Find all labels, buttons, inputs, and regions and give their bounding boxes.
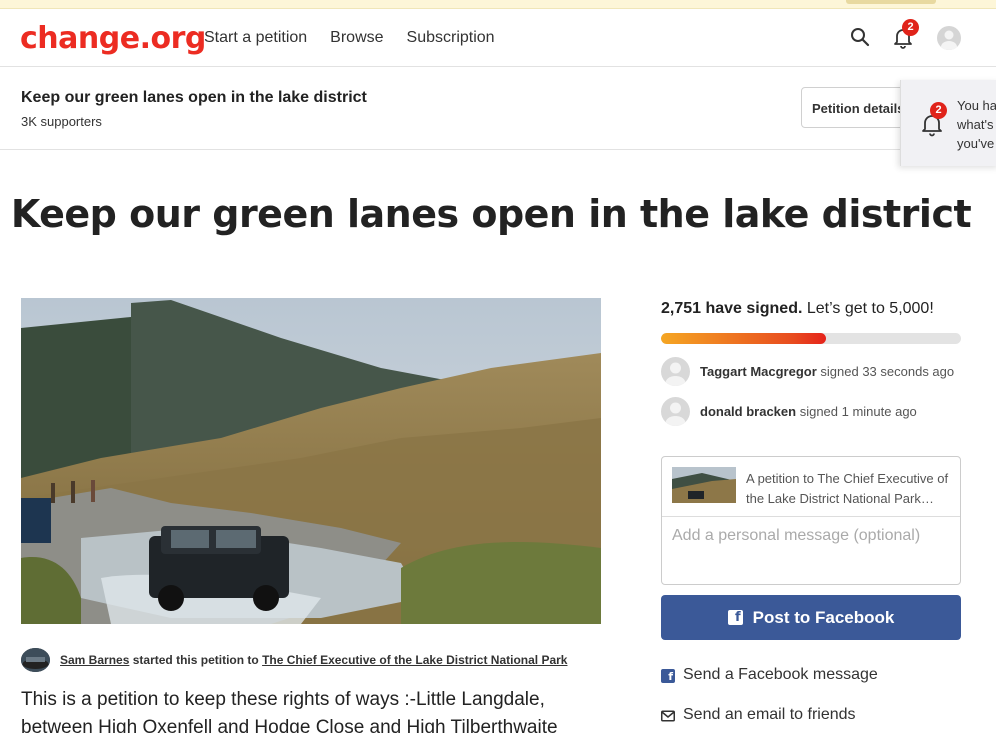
recent-signer: donald bracken signed 1 minute ago <box>661 397 961 427</box>
petition-title: Keep our green lanes open in the lake di… <box>10 192 972 236</box>
sticky-petition-title: Keep our green lanes open in the lake di… <box>21 89 367 106</box>
popup-message: You ha what's you've <box>957 96 996 153</box>
signature-count-line: 2,751 have signed. Let’s get to 5,000! <box>661 300 934 318</box>
signature-progress-bar <box>661 333 961 344</box>
started-text: started this petition to <box>132 653 259 667</box>
signer-name: donald bracken <box>700 404 797 419</box>
petition-target-link[interactable]: The Chief Executive of the Lake District… <box>262 653 567 667</box>
popup-line-3: you've <box>957 136 995 151</box>
signer-time: signed 1 minute ago <box>799 404 917 419</box>
send-email-link[interactable]: Send an email to friends <box>661 705 961 727</box>
main-nav: Start a petition Browse Subscription <box>204 29 495 47</box>
facebook-icon: f <box>727 610 743 625</box>
user-avatar[interactable] <box>937 26 961 50</box>
nav-start-petition[interactable]: Start a petition <box>204 29 307 47</box>
popup-line-2: what's <box>957 117 994 132</box>
signer-text: donald bracken signed 1 minute ago <box>700 404 917 419</box>
top-notice-button[interactable] <box>846 0 936 4</box>
share-card-divider <box>662 516 960 517</box>
starter-text: Sam Barnes started this petition to The … <box>60 653 567 667</box>
site-header: change.org Start a petition Browse Subsc… <box>0 9 996 67</box>
signer-avatar <box>661 397 690 426</box>
petition-hero-image <box>21 298 601 624</box>
signature-progress-fill <box>661 333 827 344</box>
notification-count-badge: 2 <box>902 19 919 36</box>
facebook-icon: f <box>661 669 675 683</box>
change-org-logo[interactable]: change.org <box>20 21 206 56</box>
popup-line-1: You ha <box>957 98 996 113</box>
petition-sticky-bar: Keep our green lanes open in the lake di… <box>0 67 996 150</box>
share-preview-title: A petition to The Chief Executive of the… <box>746 471 949 506</box>
share-preview-card: A petition to The Chief Executive of the… <box>661 456 961 585</box>
signer-name: Taggart Macgregor <box>700 364 817 379</box>
email-icon <box>661 709 675 727</box>
post-to-facebook-label: Post to Facebook <box>752 607 895 627</box>
personal-message-input[interactable] <box>672 527 952 577</box>
search-icon[interactable] <box>850 27 870 52</box>
share-thumbnail <box>672 467 736 503</box>
starter-avatar[interactable] <box>21 648 50 672</box>
send-facebook-message-link[interactable]: f Send a Facebook message <box>661 665 961 687</box>
send-email-label: Send an email to friends <box>683 706 856 723</box>
signer-text: Taggart Macgregor signed 33 seconds ago <box>700 364 954 379</box>
send-facebook-message-label: Send a Facebook message <box>683 666 878 683</box>
recent-signer: Taggart Macgregor signed 33 seconds ago <box>661 357 961 387</box>
petition-starter-line: Sam Barnes started this petition to The … <box>21 648 601 674</box>
popup-badge: 2 <box>930 102 947 119</box>
notification-popup[interactable]: 2 You ha what's you've <box>900 80 996 166</box>
nav-subscription[interactable]: Subscription <box>407 29 495 47</box>
signature-count: 2,751 have signed. <box>661 300 803 317</box>
nav-browse[interactable]: Browse <box>330 29 383 47</box>
starter-name-link[interactable]: Sam Barnes <box>60 653 129 667</box>
petition-description: This is a petition to keep these rights … <box>21 689 558 733</box>
signer-time: signed 33 seconds ago <box>820 364 955 379</box>
top-notice-strip <box>0 0 996 9</box>
signature-goal: Let’s get to 5,000! <box>806 300 934 317</box>
sticky-supporter-count: 3K supporters <box>21 114 102 129</box>
post-to-facebook-button[interactable]: f Post to Facebook <box>661 595 961 640</box>
signer-avatar <box>661 357 690 386</box>
